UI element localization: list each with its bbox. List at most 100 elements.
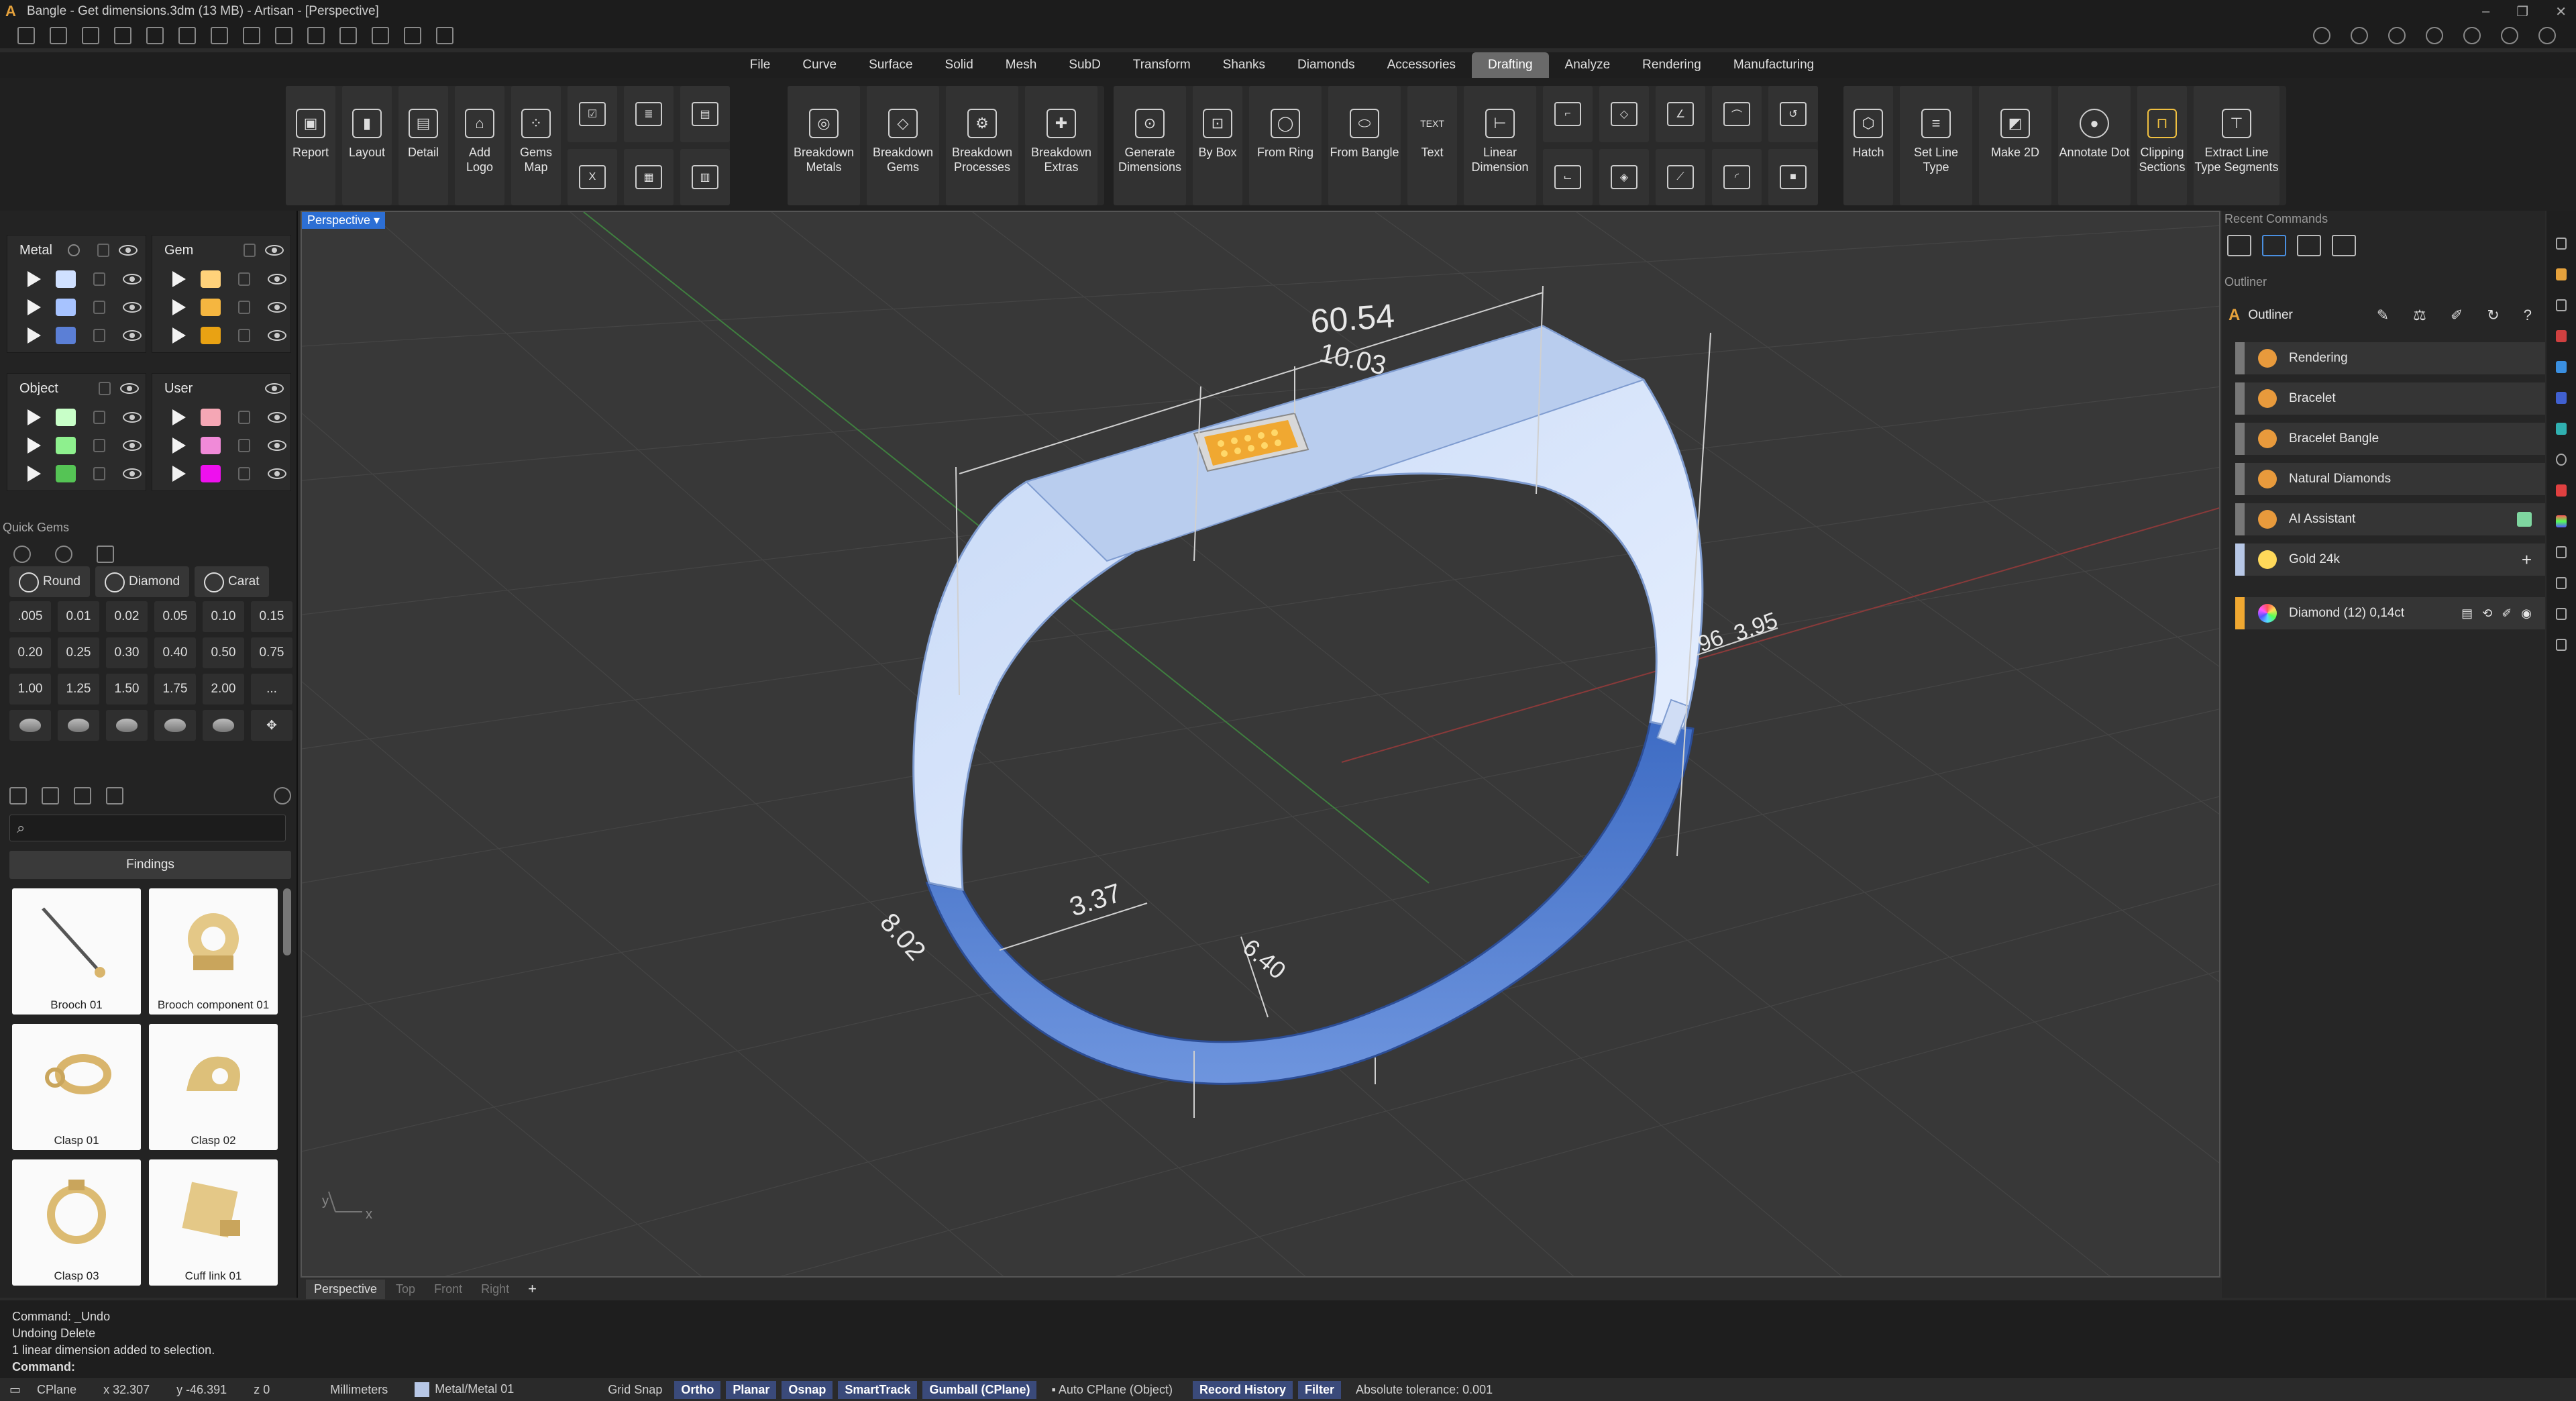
balance-icon[interactable]: ⚖ — [2413, 307, 2426, 324]
lock-icon[interactable] — [93, 439, 105, 452]
filter-toggle[interactable]: Filter — [1297, 1380, 1341, 1399]
gem-settings-icon[interactable] — [13, 546, 31, 563]
layer-row[interactable] — [152, 321, 290, 350]
library-item[interactable]: Brooch 01 — [12, 888, 141, 1015]
gem-cut-button[interactable] — [58, 710, 99, 741]
menu-mesh[interactable]: Mesh — [989, 52, 1053, 78]
gem-more-button[interactable]: ... — [251, 674, 292, 705]
visibility-icon[interactable] — [265, 383, 284, 394]
from-ring-button[interactable]: ◯ From Ring — [1249, 86, 1322, 205]
outliner-row[interactable]: Rendering — [2235, 342, 2545, 374]
outliner-row[interactable]: AI Assistant — [2235, 503, 2545, 535]
lock-icon[interactable] — [238, 301, 250, 314]
layer-color-swatch[interactable] — [56, 270, 76, 288]
gem-size-button[interactable]: 0.30 — [106, 637, 148, 668]
close-button[interactable]: ✕ — [2555, 3, 2567, 20]
add-viewport-button[interactable]: + — [520, 1280, 545, 1298]
outliner-row[interactable]: Bracelet — [2235, 382, 2545, 415]
gem-size-button[interactable]: 0.15 — [251, 601, 292, 632]
help-icon[interactable]: ? — [2524, 307, 2532, 324]
library-scrollbar[interactable] — [283, 888, 291, 955]
layer-color-swatch[interactable] — [56, 299, 76, 316]
expand-arrow-icon[interactable] — [28, 327, 41, 344]
document-button[interactable]: ≣ — [624, 86, 674, 142]
save-all-icon[interactable] — [275, 27, 292, 44]
menu-manufacturing[interactable]: Manufacturing — [1717, 52, 1830, 78]
artisan-icon[interactable] — [2556, 268, 2567, 280]
expand-arrow-icon[interactable] — [28, 299, 41, 315]
hatch-button[interactable]: ⬡ Hatch — [1843, 86, 1893, 205]
sun-icon[interactable] — [2556, 454, 2567, 466]
pen-tool-icon[interactable] — [307, 27, 325, 44]
visibility-icon[interactable] — [123, 412, 142, 423]
lock-icon[interactable] — [238, 411, 250, 424]
gem-cut-button[interactable] — [154, 710, 196, 741]
community-icon[interactable] — [2426, 27, 2443, 44]
visibility-icon[interactable] — [123, 440, 142, 451]
gumball-toggle[interactable]: Gumball (CPlane) — [922, 1380, 1037, 1399]
gem-size-button[interactable]: 2.00 — [203, 674, 244, 705]
layer-color-swatch[interactable] — [201, 409, 221, 426]
set-line-type-button[interactable]: ≡ Set Line Type — [1900, 86, 1972, 205]
page-setup-button[interactable]: ▦ — [624, 149, 674, 205]
breakdown-processes-button[interactable]: ⚙ Breakdown Processes — [946, 86, 1018, 205]
visibility-icon[interactable] — [123, 330, 142, 341]
gem-size-button[interactable]: 0.50 — [203, 637, 244, 668]
materials-icon[interactable] — [2556, 392, 2567, 404]
edit-icon[interactable]: ✐ — [2451, 307, 2463, 324]
gems-map-button[interactable]: ⁘ Gems Map — [511, 86, 561, 205]
menu-analyze[interactable]: Analyze — [1549, 52, 1627, 78]
grid-snap-toggle[interactable]: Grid Snap — [608, 1383, 662, 1397]
diameter-dimension-button[interactable]: ◜ — [1712, 149, 1762, 205]
redo-icon[interactable] — [178, 27, 196, 44]
rotated-dimension-button[interactable]: ◈ — [1599, 149, 1649, 205]
library-refresh-icon[interactable] — [274, 787, 291, 805]
breakdown-extras-button[interactable]: ✚ Breakdown Extras — [1025, 86, 1097, 205]
menu-curve[interactable]: Curve — [786, 52, 853, 78]
library-search-input[interactable] — [9, 815, 286, 841]
transform-tool-icon[interactable] — [339, 27, 357, 44]
gem-size-button[interactable]: 0.02 — [106, 601, 148, 632]
gem-tool-button[interactable]: ✥ — [251, 710, 292, 741]
settings-tool-icon[interactable] — [436, 27, 453, 44]
layer-color-swatch[interactable] — [201, 327, 221, 344]
lock-icon[interactable] — [93, 272, 105, 286]
gem-size-button[interactable]: 0.25 — [58, 637, 99, 668]
library-item[interactable]: Clasp 03 — [12, 1159, 141, 1286]
gem-size-button[interactable]: 0.40 — [154, 637, 196, 668]
settings-icon[interactable] — [68, 244, 80, 256]
menu-rendering[interactable]: Rendering — [1626, 52, 1717, 78]
outliner-row[interactable]: Natural Diamonds — [2235, 463, 2545, 495]
breakdown-metals-button[interactable]: ◎ Breakdown Metals — [788, 86, 860, 205]
layer-row[interactable] — [7, 460, 146, 488]
cplane-label[interactable]: CPlane — [37, 1383, 76, 1397]
menu-diamonds[interactable]: Diamonds — [1281, 52, 1371, 78]
layer-color-swatch[interactable] — [201, 437, 221, 454]
add-logo-button[interactable]: ⌂ Add Logo — [455, 86, 504, 205]
expand-arrow-icon[interactable] — [28, 271, 41, 287]
gem-size-button[interactable]: 1.00 — [9, 674, 51, 705]
gem-rotate-icon[interactable] — [55, 546, 72, 563]
visibility-icon[interactable] — [265, 245, 284, 256]
restore-button[interactable]: ❐ — [2516, 3, 2528, 20]
layer-row[interactable] — [152, 460, 290, 488]
gem-cut-button[interactable] — [203, 710, 244, 741]
visibility-icon[interactable] — [268, 440, 286, 451]
detail-button[interactable]: ▤ Detail — [398, 86, 448, 205]
gem-size-button[interactable]: 1.75 — [154, 674, 196, 705]
visibility-icon[interactable] — [119, 245, 138, 256]
menu-file[interactable]: File — [734, 52, 787, 78]
leader-button[interactable]: ↺ — [1768, 86, 1818, 142]
edit-icon[interactable]: ✐ — [2502, 607, 2512, 621]
outliner-row[interactable]: Bracelet Bangle — [2235, 423, 2545, 455]
learn-icon[interactable] — [2388, 27, 2406, 44]
round-shape-button[interactable]: Round — [9, 566, 90, 597]
gem-size-button[interactable]: 1.50 — [106, 674, 148, 705]
expand-arrow-icon[interactable] — [28, 437, 41, 454]
library-item[interactable]: Clasp 02 — [149, 1024, 278, 1150]
layout-button[interactable]: ▮ Layout — [342, 86, 392, 205]
gem-size-button[interactable]: 0.05 — [154, 601, 196, 632]
library-item[interactable]: Brooch component 01 — [149, 888, 278, 1015]
add-material-button[interactable]: + — [2522, 550, 2532, 570]
environment-icon[interactable] — [2556, 423, 2567, 435]
